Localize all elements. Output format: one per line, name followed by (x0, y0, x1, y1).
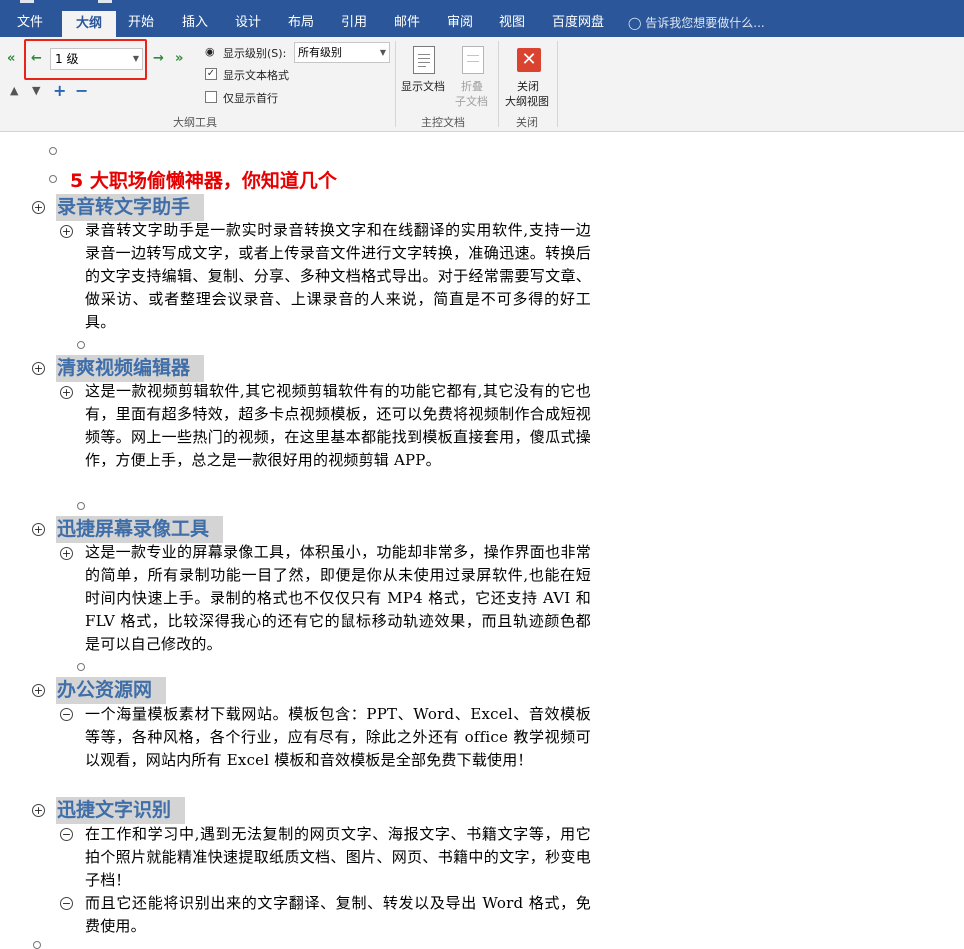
heading-expand-icon[interactable]: + (32, 362, 45, 375)
close-outline-label1[interactable]: 关闭 (517, 78, 539, 94)
tab-mailings[interactable]: 邮件 (394, 9, 420, 37)
show-first-line-checkbox[interactable] (205, 91, 217, 103)
expand-icon[interactable]: + (53, 83, 66, 99)
heading-3: 迅捷屏幕录像工具 (56, 516, 224, 543)
heading-2: 清爽视频编辑器 (56, 355, 205, 382)
red-highlight-box (24, 39, 147, 80)
separator (395, 41, 396, 127)
outline-document: 5 大职场偷懒神器，你知道几个 + 录音转文字助手 + 录音转文字助手是一款实时… (0, 133, 964, 949)
heading-expand-icon[interactable]: + (32, 201, 45, 214)
document-title: 5 大职场偷懒神器，你知道几个 (70, 170, 337, 192)
show-text-format-checkbox[interactable]: ✓ (205, 68, 217, 80)
show-first-line-label: 仅显示首行 (223, 92, 278, 105)
quick-access-mark (20, 0, 34, 3)
body-paragraph: 在工作和学习中,遇到无法复制的网页文字、海报文字、书籍文字等，用它拍个照片就能精… (85, 825, 591, 889)
empty-paragraph-bullet[interactable] (49, 147, 57, 155)
body-expand-icon[interactable]: + (60, 547, 73, 560)
heading-5: 迅捷文字识别 (56, 797, 186, 824)
body-collapse-icon[interactable]: − (60, 708, 73, 721)
quick-access-mark (98, 0, 112, 3)
tab-references[interactable]: 引用 (341, 9, 367, 37)
collapse-icon[interactable]: − (75, 83, 88, 99)
heading-expand-icon[interactable]: + (32, 523, 45, 536)
tab-design[interactable]: 设计 (235, 9, 261, 37)
close-icon[interactable]: ✕ (517, 48, 541, 72)
heading-expand-icon[interactable]: + (32, 684, 45, 697)
tab-view[interactable]: 视图 (499, 9, 525, 37)
tell-me-text: 告诉我您想要做什么... (645, 16, 765, 30)
body-paragraph: 录音转文字助手是一款实时录音转换文字和在线翻译的实用软件,支持一边录音一边转写成… (85, 221, 591, 331)
body-paragraph: 这是一款视频剪辑软件,其它视频剪辑软件有的功能它都有,其它没有的它也有，里面有超… (85, 382, 591, 469)
tab-baidu-netdisk[interactable]: 百度网盘 (552, 9, 604, 37)
heading-4: 办公资源网 (56, 677, 167, 704)
body-expand-icon[interactable]: + (60, 225, 73, 238)
heading-expand-icon[interactable]: + (32, 804, 45, 817)
demote-to-body-icon[interactable]: » (175, 51, 183, 66)
show-document-button[interactable]: 显示文档 (401, 78, 445, 94)
move-down-icon[interactable]: ▼ (32, 84, 40, 97)
tab-outline[interactable]: 大纲 (62, 11, 117, 37)
empty-paragraph-bullet[interactable] (33, 941, 41, 949)
body-collapse-icon[interactable]: − (60, 897, 73, 910)
body-bullet[interactable] (49, 175, 57, 183)
show-level-select[interactable]: 所有级别 ▼ (294, 42, 390, 63)
tab-layout[interactable]: 布局 (288, 9, 314, 37)
show-document-icon[interactable] (413, 46, 435, 74)
separator (498, 41, 499, 127)
group-close: 关闭 (516, 116, 538, 129)
show-level-value: 所有级别 (298, 46, 342, 59)
chevron-down-icon: ▼ (379, 48, 386, 57)
outline-ribbon: « ← 1 级 ▼ → » ▲ ▼ + − ◉ 显示级别(S): 所有级别 ▼ ✓ … (0, 37, 964, 132)
show-level-label: 显示级别(S): (223, 47, 287, 60)
show-text-format-label: 显示文本格式 (223, 69, 289, 82)
tab-insert[interactable]: 插入 (182, 9, 208, 37)
tab-home[interactable]: 开始 (128, 9, 154, 37)
collapse-subdocuments-label1: 折叠 (461, 80, 483, 93)
show-level-icon: ◉ (205, 45, 215, 58)
close-outline-label2[interactable]: 大纲视图 (505, 93, 549, 109)
empty-paragraph-bullet[interactable] (77, 341, 85, 349)
collapse-subdocuments-icon (462, 46, 484, 74)
lightbulb-icon: ◯ (628, 16, 642, 30)
tab-review[interactable]: 审阅 (447, 9, 473, 37)
promote-to-heading1-icon[interactable]: « (7, 51, 15, 66)
group-outline-tools: 大纲工具 (173, 116, 217, 129)
tell-me-box[interactable]: ◯ 告诉我您想要做什么... (628, 9, 765, 37)
ribbon-tab-bar: 文件 大纲 开始 插入 设计 布局 引用 邮件 审阅 视图 百度网盘 ◯ 告诉我… (0, 0, 964, 37)
body-paragraph: 一个海量模板素材下载网站。模板包含：PPT、Word、Excel、音效模板等等，… (85, 705, 591, 769)
body-expand-icon[interactable]: + (60, 386, 73, 399)
tab-file[interactable]: 文件 (17, 9, 43, 37)
empty-paragraph-bullet[interactable] (77, 502, 85, 510)
body-paragraph: 而且它还能将识别出来的文字翻译、复制、转发以及导出 Word 格式，免费使用。 (85, 894, 591, 935)
body-collapse-icon[interactable]: − (60, 828, 73, 841)
separator (557, 41, 558, 127)
collapse-subdocuments-label2: 子文档 (455, 95, 488, 108)
demote-icon[interactable]: → (153, 51, 164, 66)
body-paragraph: 这是一款专业的屏幕录像工具，体积虽小，功能却非常多，操作界面也非常的简单，所有录… (85, 543, 591, 653)
empty-paragraph-bullet[interactable] (77, 663, 85, 671)
heading-1: 录音转文字助手 (56, 194, 205, 221)
group-master-document: 主控文档 (421, 116, 465, 129)
move-up-icon[interactable]: ▲ (10, 84, 18, 97)
